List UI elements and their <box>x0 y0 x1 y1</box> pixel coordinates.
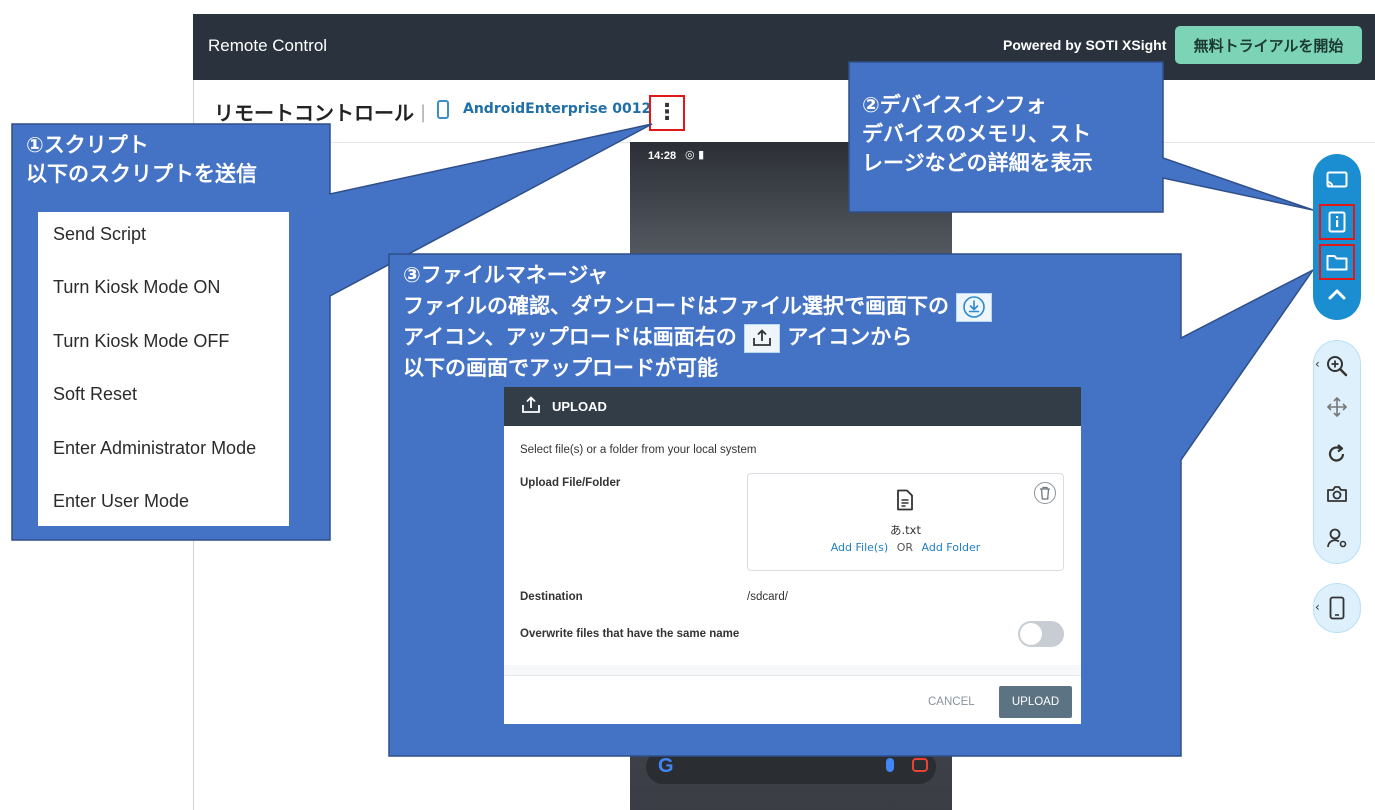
callout-3-heading: ③ファイルマネージャ <box>403 263 609 287</box>
callout-3-line-3-text-a: アイコン、アップロードは画面右の <box>403 325 737 349</box>
callout-2-heading: ②デバイスインフォ <box>862 93 1047 117</box>
script-menu: Send Script Turn Kiosk Mode ON Turn Kios… <box>38 212 289 526</box>
upload-file-folder-label: Upload File/Folder <box>520 477 621 489</box>
menu-item-soft-reset[interactable]: Soft Reset <box>53 384 137 405</box>
callout-3-line-3-text-b: アイコンから <box>787 325 913 349</box>
upload-dialog-title: UPLOAD <box>552 399 607 414</box>
overwrite-toggle[interactable] <box>1018 621 1064 647</box>
upload-dialog-header: UPLOAD <box>504 387 1081 426</box>
dialog-body-bottom <box>504 665 1081 675</box>
callout-3-text: ③ファイルマネージャ ファイルの確認、ダウンロードはファイル選択で画面下の アイ… <box>403 260 993 384</box>
callout-2-line-3: レージなどの詳細を表示 <box>862 151 1093 175</box>
add-files-link[interactable]: Add File(s) <box>831 541 889 554</box>
delete-file-button[interactable] <box>1034 482 1056 504</box>
callout-1-heading: ①スクリプト <box>26 133 149 157</box>
toggle-knob <box>1020 623 1042 645</box>
add-links-row: Add File(s) OR Add Folder <box>748 541 1063 554</box>
overwrite-label: Overwrite files that have the same name <box>520 628 740 640</box>
download-icon <box>956 292 993 322</box>
callout-2-text: ②デバイスインフォ デバイスのメモリ、スト レージなどの詳細を表示 <box>862 91 1093 178</box>
menu-item-send-script[interactable]: Send Script <box>53 224 146 245</box>
upload-instruction: Select file(s) or a folder from your loc… <box>520 444 757 456</box>
callout-3-line-3: アイコン、アップロードは画面右の アイコンから <box>403 322 992 353</box>
menu-item-admin-mode[interactable]: Enter Administrator Mode <box>53 438 256 459</box>
upload-submit-button[interactable]: UPLOAD <box>999 686 1072 718</box>
callout-3-line-2: ファイルの確認、ダウンロードはファイル選択で画面下の <box>403 291 993 322</box>
upload-dialog: UPLOAD Select file(s) or a folder from y… <box>504 387 1081 724</box>
callout-3-line-2-text: ファイルの確認、ダウンロードはファイル選択で画面下の <box>403 294 949 318</box>
destination-value: /sdcard/ <box>747 591 788 603</box>
trash-icon <box>1040 486 1050 500</box>
dialog-footer-divider <box>504 675 1081 676</box>
menu-item-kiosk-on[interactable]: Turn Kiosk Mode ON <box>53 277 220 298</box>
or-text: OR <box>896 541 914 554</box>
callout-1-text: ①スクリプト 以下のスクリプトを送信 <box>26 131 257 189</box>
upload-icon <box>744 323 781 353</box>
callout-3-line-4: 以下の画面でアップロードが可能 <box>403 356 718 380</box>
menu-item-user-mode[interactable]: Enter User Mode <box>53 491 189 512</box>
add-folder-link[interactable]: Add Folder <box>922 541 981 554</box>
callout-1-description: 以下のスクリプトを送信 <box>26 162 257 186</box>
selected-file-name: あ.txt <box>890 523 921 537</box>
file-drop-area[interactable]: あ.txt Add File(s) OR Add Folder <box>747 473 1064 571</box>
destination-label: Destination <box>520 591 583 603</box>
file-document-icon <box>896 489 914 515</box>
callout-2-line-2: デバイスのメモリ、スト <box>862 122 1092 146</box>
upload-header-icon <box>520 395 542 419</box>
cancel-button[interactable]: CANCEL <box>928 696 975 708</box>
menu-item-kiosk-off[interactable]: Turn Kiosk Mode OFF <box>53 331 229 352</box>
